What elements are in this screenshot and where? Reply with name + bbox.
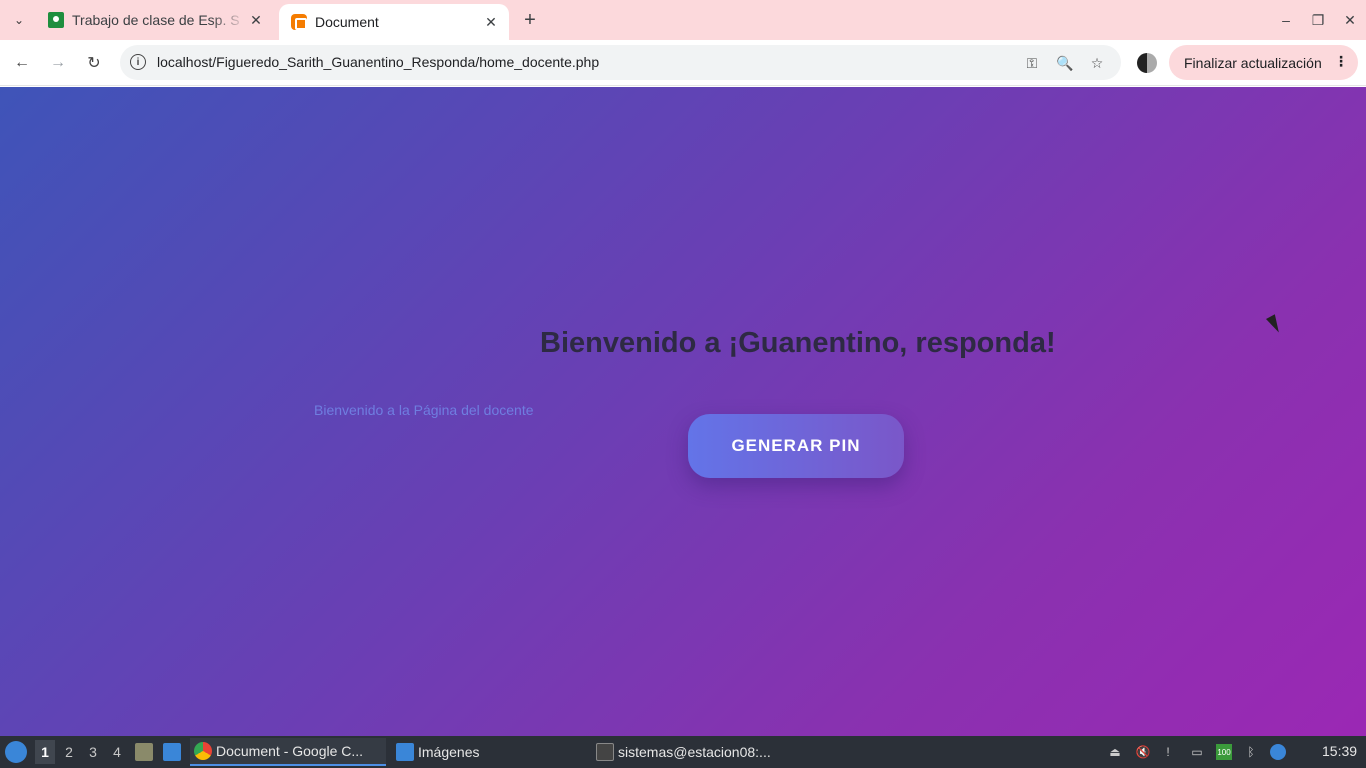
start-menu-icon[interactable]: [5, 741, 27, 763]
address-bar[interactable]: i localhost/Figueredo_Sarith_Guanentino_…: [120, 45, 1121, 80]
battery-icon[interactable]: 100: [1216, 744, 1232, 760]
network-icon[interactable]: ▭: [1189, 744, 1205, 760]
task-label: Imágenes: [418, 744, 480, 760]
forward-button[interactable]: →: [44, 49, 72, 77]
file-manager-launcher-icon[interactable]: [135, 743, 153, 761]
clock[interactable]: 15:39: [1322, 743, 1357, 759]
update-button[interactable]: Finalizar actualización ⋮: [1169, 45, 1358, 80]
page-title: Bienvenido a ¡Guanentino, responda!: [540, 327, 1056, 359]
xampp-favicon-icon: [291, 14, 307, 30]
eject-icon[interactable]: ⏏: [1107, 744, 1123, 760]
minimize-button[interactable]: –: [1270, 0, 1302, 40]
url-text[interactable]: localhost/Figueredo_Sarith_Guanentino_Re…: [157, 54, 599, 70]
update-tray-icon[interactable]: [1270, 744, 1286, 760]
tab-title: Trabajo de clase de Esp. S: [72, 12, 240, 28]
update-button-label: Finalizar actualización: [1184, 54, 1322, 71]
tab-classroom[interactable]: Trabajo de clase de Esp. S ✕: [36, 0, 274, 40]
desktop-launcher-icon[interactable]: [163, 743, 181, 761]
tab-title: Document: [315, 14, 379, 30]
back-button[interactable]: ←: [8, 49, 36, 77]
site-info-icon[interactable]: i: [130, 54, 146, 70]
tab-search-button[interactable]: ⌄: [6, 8, 32, 32]
bluetooth-icon[interactable]: ᛒ: [1243, 744, 1259, 760]
terminal-icon: [596, 743, 614, 761]
workspace-2[interactable]: 2: [59, 740, 79, 764]
window-controls: – ❐ ✕: [1270, 0, 1366, 40]
password-key-icon[interactable]: ⚿: [1022, 53, 1042, 73]
folder-icon: [396, 743, 414, 761]
bookmark-star-icon[interactable]: ☆: [1087, 53, 1107, 73]
page-content: Bienvenido a la Página del docente Bienv…: [0, 87, 1366, 736]
workspace-3[interactable]: 3: [83, 740, 103, 764]
workspace-1[interactable]: 1: [35, 740, 55, 764]
new-tab-button[interactable]: +: [518, 8, 542, 32]
maximize-button[interactable]: ❐: [1302, 0, 1334, 40]
close-tab-icon[interactable]: ✕: [481, 12, 501, 32]
menu-icon[interactable]: ⋮: [1334, 53, 1348, 70]
task-images[interactable]: Imágenes: [396, 738, 586, 766]
classroom-favicon-icon: [48, 12, 64, 28]
tab-strip: ⌄ Trabajo de clase de Esp. S ✕ Document …: [0, 0, 1366, 40]
mouse-cursor-icon: [1266, 314, 1284, 335]
task-label: Document - Google C...: [216, 743, 364, 759]
zoom-icon[interactable]: 🔍: [1055, 53, 1075, 73]
workspace-4[interactable]: 4: [107, 740, 127, 764]
profile-avatar[interactable]: [1137, 53, 1157, 73]
close-tab-icon[interactable]: ✕: [246, 10, 266, 30]
task-label: sistemas@estacion08:...: [618, 744, 771, 760]
generate-pin-button[interactable]: GENERAR PIN: [688, 414, 904, 478]
welcome-note: Bienvenido a la Página del docente: [314, 402, 534, 418]
reload-button[interactable]: ↻: [80, 49, 108, 77]
browser-toolbar: ← → ↻ i localhost/Figueredo_Sarith_Guane…: [0, 40, 1366, 86]
notification-icon[interactable]: !: [1160, 744, 1176, 760]
task-chrome[interactable]: Document - Google C...: [190, 738, 386, 766]
tab-document[interactable]: Document ✕: [279, 4, 509, 40]
chrome-icon: [194, 742, 212, 760]
task-terminal[interactable]: sistemas@estacion08:...: [596, 738, 792, 766]
taskbar: 1 2 3 4 Document - Google C... Imágenes …: [0, 736, 1366, 768]
close-window-button[interactable]: ✕: [1334, 0, 1366, 40]
mute-icon[interactable]: 🔇: [1135, 744, 1151, 760]
